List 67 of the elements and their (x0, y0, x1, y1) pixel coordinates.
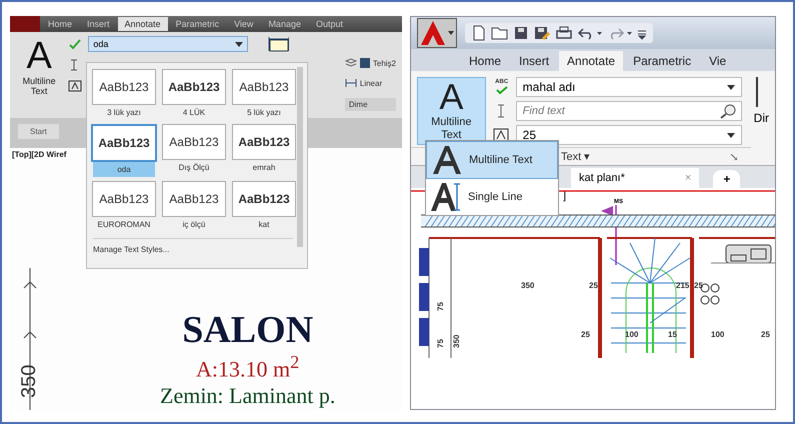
text-height-field[interactable]: 25 (516, 125, 742, 145)
caret-icon (726, 132, 735, 138)
dimension-text: 25 (761, 330, 770, 339)
dimension-text: 350 (452, 334, 461, 348)
print-icon[interactable] (555, 25, 573, 41)
ribbon-tab[interactable]: Insert (511, 51, 558, 71)
floor-type: Zemin: Laminant p. (160, 382, 336, 410)
caret-icon (235, 42, 244, 46)
dimension-text: 75 (436, 302, 445, 311)
spellcheck-icon[interactable] (68, 38, 82, 50)
multiline-text-icon (431, 145, 463, 175)
new-file-icon[interactable] (471, 25, 487, 41)
menu-item[interactable]: Single Line (426, 179, 558, 215)
dimension-text: 25 (589, 281, 598, 290)
dimension-text: 100 (711, 330, 724, 339)
menu-item[interactable]: Multiline Text (426, 141, 558, 179)
ribbon-tab[interactable]: Annotate (118, 17, 168, 31)
ribbon-tab[interactable]: Output (308, 17, 350, 31)
manage-text-styles-link[interactable]: Manage Text Styles... (93, 238, 293, 262)
ribbon-tab[interactable]: Parametric (625, 51, 700, 71)
new-tab-button[interactable]: + (713, 170, 740, 188)
find-text-field[interactable]: Find text (516, 101, 742, 121)
layers-icon[interactable] (344, 58, 357, 68)
text-style-field[interactable]: mahal adı (516, 77, 742, 97)
ribbon-tab[interactable]: Manage (261, 17, 308, 31)
room-name: SALON (182, 310, 314, 350)
save-icon[interactable] (513, 25, 529, 41)
viewport-label[interactable]: [Top][2D Wiref (12, 150, 66, 159)
dimension-text: 25 (581, 330, 590, 339)
panel-title: Dime (344, 98, 396, 111)
document-tab[interactable]: kat planı* × (571, 168, 700, 188)
ribbon-tab[interactable]: Home (41, 17, 80, 31)
dimension-text: 25 (694, 281, 703, 290)
app-menu-button[interactable] (417, 18, 457, 48)
scale-text-icon[interactable] (68, 80, 82, 92)
room-area: A:13.10 m$^{2}$ (196, 350, 300, 382)
logo-icon (420, 20, 446, 46)
ribbon-tab[interactable]: View (227, 17, 260, 31)
dimension-label[interactable]: Dir (754, 111, 769, 125)
text-style-dropdown[interactable]: oda (88, 36, 248, 52)
multiline-text-button[interactable]: A Multiline Text (417, 77, 486, 145)
multiline-text-button[interactable]: A Multiline Text (16, 36, 62, 114)
save-as-icon[interactable] (533, 25, 551, 41)
check-icon[interactable] (494, 86, 509, 95)
ribbon-tab[interactable]: Parametric (168, 17, 226, 31)
caret-icon (448, 31, 454, 35)
folder-icon[interactable] (491, 25, 509, 41)
dimension-text: 75 (436, 339, 445, 348)
find-replace-icon[interactable] (720, 103, 738, 119)
ribbon-tab[interactable]: Annotate (559, 51, 624, 71)
ribbon-tab[interactable]: Insert (80, 17, 117, 31)
layer-label: Tehiş2 (372, 58, 396, 68)
color-swatch (360, 58, 370, 68)
ribbon-tab[interactable]: Home (461, 51, 510, 71)
linear-label[interactable]: Linear (360, 78, 382, 88)
caret-icon (726, 84, 735, 90)
dimension-text: 350 (18, 364, 41, 398)
ribbon-tab[interactable]: Vie (701, 51, 734, 71)
linear-dimension-icon[interactable] (344, 78, 357, 88)
dimension-text: 215 (676, 281, 690, 290)
single-line-text-icon (430, 182, 462, 212)
document-tab-title[interactable]: kat planı* (579, 172, 625, 184)
panel-title[interactable]: Text ▾ (561, 150, 590, 163)
file-tab[interactable]: Start (18, 124, 59, 139)
dimension-text: 350 (521, 281, 534, 290)
dialog-launcher-icon[interactable] (731, 154, 737, 160)
scrollbar[interactable] (297, 67, 303, 247)
